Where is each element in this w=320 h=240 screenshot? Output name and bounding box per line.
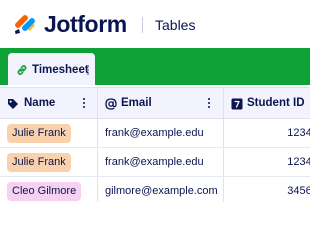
name-badge: Julie Frank bbox=[7, 153, 71, 172]
jotform-logo-icon[interactable] bbox=[14, 11, 36, 35]
table-row[interactable]: Julie Frank frank@example.edu 123456 bbox=[0, 119, 310, 148]
column-label: Name bbox=[24, 97, 56, 109]
data-grid: Name Email Student ID Julie Frank frank@… bbox=[0, 85, 310, 202]
table-row[interactable]: Cleo Gilmore gilmore@example.com 345678 bbox=[0, 177, 310, 202]
email-cell: frank@example.edu bbox=[105, 127, 204, 139]
tab-more-icon[interactable] bbox=[85, 62, 91, 78]
at-icon bbox=[105, 98, 117, 110]
column-header-student-id[interactable]: Student ID bbox=[223, 88, 310, 118]
tab-timesheet[interactable]: Timesheet bbox=[8, 53, 95, 85]
name-badge: Cleo Gilmore bbox=[7, 182, 82, 201]
column-header-name[interactable]: Name bbox=[0, 88, 97, 118]
column-header-row: Name Email Student ID bbox=[0, 87, 310, 119]
name-badge: Julie Frank bbox=[7, 124, 71, 143]
column-menu-icon[interactable] bbox=[207, 96, 211, 110]
column-header-email[interactable]: Email bbox=[97, 88, 223, 118]
brand-name[interactable]: Jotform bbox=[44, 11, 127, 37]
tab-label: Timesheet bbox=[32, 64, 89, 76]
product-name: Tables bbox=[155, 17, 196, 33]
email-cell: gilmore@example.com bbox=[105, 185, 218, 197]
header-divider bbox=[142, 17, 143, 33]
student-id-cell: 123456 bbox=[287, 127, 310, 139]
table-row[interactable]: Julie Frank frank@example.edu 123456 bbox=[0, 148, 310, 177]
student-id-cell: 345678 bbox=[287, 185, 310, 197]
email-cell: frank@example.edu bbox=[105, 156, 204, 168]
top-bar: Jotform Tables bbox=[0, 0, 310, 48]
tag-icon bbox=[8, 99, 18, 109]
sheet-tab-bar: Timesheet bbox=[0, 48, 310, 85]
number-icon bbox=[231, 98, 243, 110]
student-id-cell: 123456 bbox=[287, 156, 310, 168]
column-label: Student ID bbox=[247, 97, 305, 109]
column-menu-icon[interactable] bbox=[82, 96, 86, 110]
link-icon bbox=[17, 65, 27, 75]
column-label: Email bbox=[121, 97, 152, 109]
